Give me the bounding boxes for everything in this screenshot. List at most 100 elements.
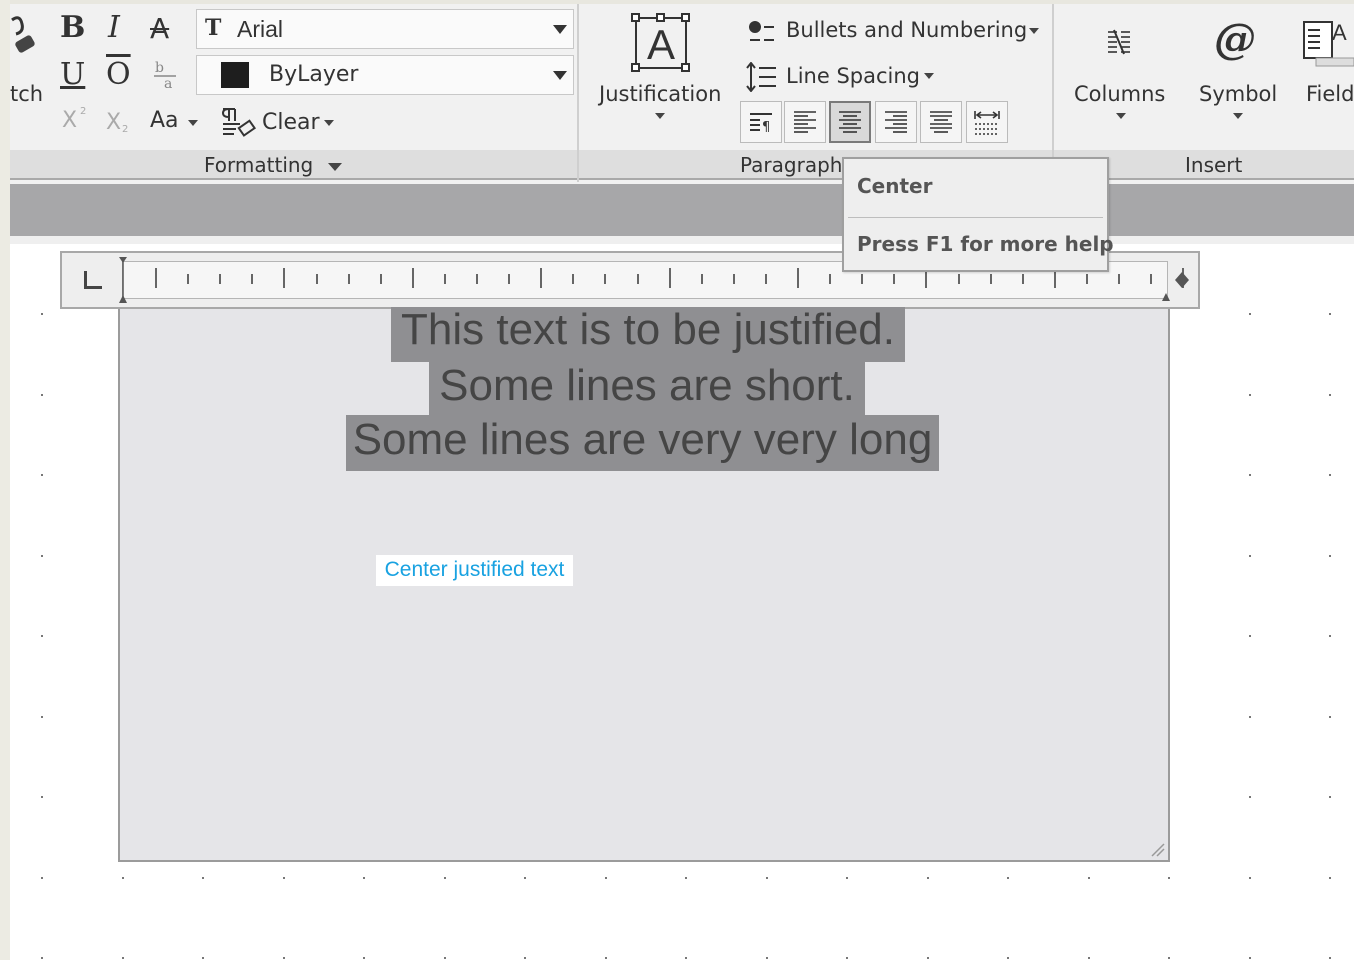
justification-button[interactable]: Justification <box>599 82 721 106</box>
superscript-button[interactable]: X <box>62 108 77 133</box>
insert-group-label: Insert <box>1185 153 1243 177</box>
column-width-handle-icon[interactable] <box>1174 271 1190 289</box>
grid-dot <box>605 877 607 879</box>
line-spacing-icon[interactable] <box>746 62 778 92</box>
formatting-group-label[interactable]: Formatting <box>204 153 313 177</box>
line-spacing-dropdown-icon[interactable] <box>924 73 934 79</box>
match-label-partial[interactable]: tch <box>10 82 43 106</box>
color-dropdown-arrow[interactable] <box>553 71 567 80</box>
grid-dot <box>927 957 929 959</box>
grid-dot <box>1249 474 1251 476</box>
change-case-button[interactable]: Aa <box>150 108 179 133</box>
ribbon: tch B I A T Arial U O b a ByLayer X 2 X … <box>10 0 1354 184</box>
change-case-dropdown-icon[interactable] <box>188 120 198 126</box>
grid-dot <box>524 877 526 879</box>
strikethrough-button[interactable]: A <box>150 12 169 45</box>
subscript-button[interactable]: X <box>106 110 121 135</box>
text-line[interactable]: Some lines are short. <box>429 360 865 412</box>
grid-dot <box>283 957 285 959</box>
toolbar-band <box>10 184 1354 236</box>
grid-dot <box>1329 796 1331 798</box>
svg-text:¶: ¶ <box>762 120 770 134</box>
tab-stop-left-icon[interactable] <box>84 271 102 289</box>
grid-dot <box>1249 716 1251 718</box>
right-margin-marker-icon[interactable] <box>1161 281 1171 303</box>
clear-formatting-icon[interactable] <box>220 106 256 138</box>
symbol-icon[interactable]: @ <box>1214 14 1256 63</box>
ruler-tick <box>348 274 350 284</box>
columns-button[interactable]: Columns <box>1074 82 1165 106</box>
italic-button[interactable]: I <box>108 10 120 45</box>
clear-button[interactable]: Clear <box>262 110 320 135</box>
grid-dot <box>766 957 768 959</box>
grid-dot <box>1249 796 1251 798</box>
bullets-numbering-button[interactable]: Bullets and Numbering <box>786 18 1027 42</box>
symbol-dropdown-icon[interactable] <box>1233 113 1243 119</box>
tooltip-help: Press F1 for more help <box>857 232 1114 256</box>
ruler-tick <box>187 274 189 284</box>
grid-dot <box>1168 957 1170 959</box>
ribbon-top-line <box>10 0 1354 4</box>
overline-button[interactable]: O <box>106 57 131 92</box>
distribute-button[interactable] <box>966 101 1008 143</box>
grid-dot <box>41 716 43 718</box>
font-combo[interactable]: T Arial <box>196 9 574 49</box>
text-line[interactable]: Some lines are very very long <box>346 414 939 466</box>
grid-dot <box>1088 957 1090 959</box>
bullets-icon[interactable] <box>746 18 778 46</box>
grid-dot <box>605 957 607 959</box>
underline-button[interactable]: U <box>60 57 85 92</box>
center-tooltip: Center Press F1 for more help <box>842 157 1114 272</box>
ruler-tick <box>604 274 606 284</box>
ruler-tick <box>1118 274 1120 284</box>
ruler-tick <box>572 274 574 284</box>
symbol-button[interactable]: Symbol <box>1199 82 1277 106</box>
line-spacing-button[interactable]: Line Spacing <box>786 64 920 88</box>
match-properties-icon[interactable] <box>10 16 40 60</box>
ruler-tick <box>219 274 221 284</box>
color-swatch <box>221 62 249 88</box>
justification-icon[interactable]: A <box>630 12 692 72</box>
grid-dot <box>1249 877 1251 879</box>
ruler-tick <box>829 274 831 284</box>
paragraph-group-label[interactable]: Paragraph <box>740 153 842 177</box>
ruler-tick <box>476 274 478 284</box>
justify-button[interactable] <box>920 101 962 143</box>
text-line[interactable]: This text is to be justified. <box>391 304 905 356</box>
formatting-expand-icon[interactable] <box>328 163 342 171</box>
align-center-button[interactable] <box>829 101 871 143</box>
field-button[interactable]: Field <box>1306 82 1354 106</box>
columns-dropdown-icon[interactable] <box>1116 113 1126 119</box>
ruler-tick <box>155 268 157 288</box>
align-right-button[interactable] <box>875 101 917 143</box>
align-center-icon <box>839 111 861 133</box>
bold-button[interactable]: B <box>60 10 85 45</box>
ruler-tick <box>508 274 510 284</box>
align-left-icon <box>794 111 816 133</box>
paragraph-settings-button[interactable]: ¶ <box>740 101 782 143</box>
justification-dropdown-icon[interactable] <box>655 113 665 119</box>
grid-dot <box>1329 394 1331 396</box>
grid-dot <box>1329 716 1331 718</box>
ruler-tick <box>701 274 703 284</box>
bullets-dropdown-icon[interactable] <box>1029 28 1039 34</box>
grid-dot <box>41 635 43 637</box>
grid-dot <box>122 877 124 879</box>
distribute-icon <box>974 111 1000 135</box>
columns-icon[interactable] <box>1106 28 1132 60</box>
align-left-button[interactable] <box>784 101 826 143</box>
field-icon[interactable]: A <box>1300 18 1354 72</box>
font-dropdown-arrow[interactable] <box>553 25 567 34</box>
grid-dot <box>41 394 43 396</box>
clear-dropdown-icon[interactable] <box>324 120 334 126</box>
band-gap <box>10 236 1354 244</box>
superscript-marker: 2 <box>80 106 87 117</box>
grid-dot <box>41 474 43 476</box>
indent-marker-icon[interactable] <box>118 255 128 305</box>
color-combo[interactable]: ByLayer <box>196 55 574 95</box>
ruler-tick <box>990 274 992 284</box>
resize-grip-icon[interactable] <box>1148 840 1166 858</box>
color-value: ByLayer <box>269 62 359 87</box>
grid-dot <box>1007 957 1009 959</box>
stack-icon[interactable]: b a <box>150 58 180 92</box>
